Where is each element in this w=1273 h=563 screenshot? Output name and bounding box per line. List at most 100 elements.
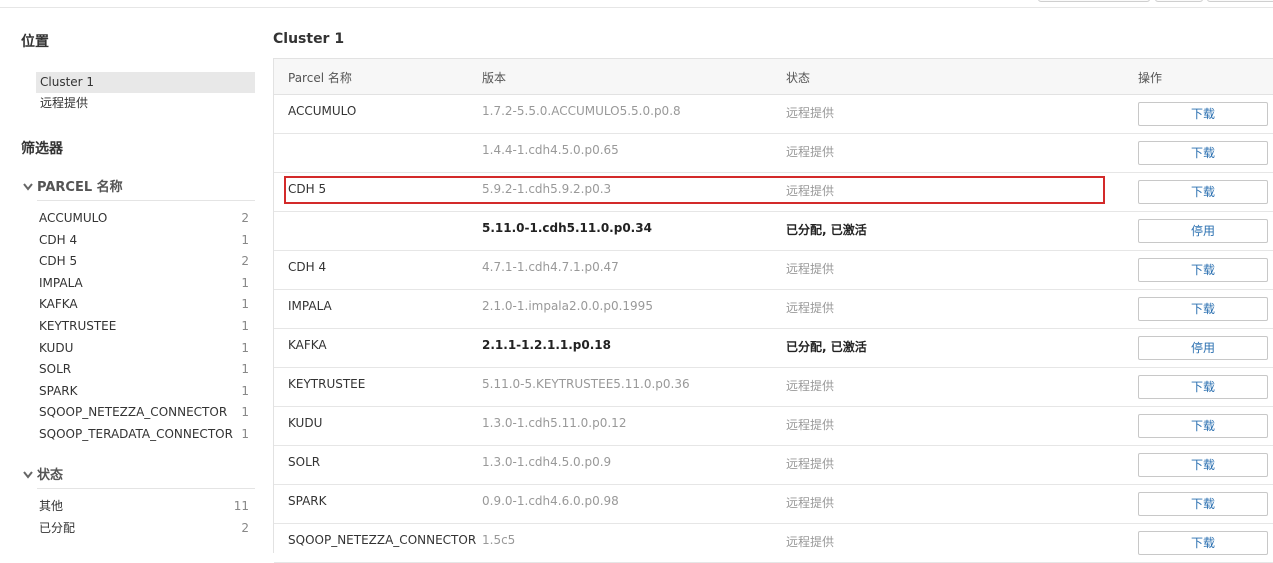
cell-version: 4.7.1-1.cdh4.7.1.p0.47 [482,260,619,274]
download-button[interactable]: 下载 [1138,414,1268,438]
col-header-name[interactable]: Parcel 名称 [288,69,352,86]
cell-version: 1.7.2-5.5.0.ACCUMULO5.5.0.p0.8 [482,104,681,118]
filter-item-label: KUDU [39,340,74,355]
cell-name: KAFKA [288,338,327,352]
filter-item-parcel[interactable]: CDH 5 2 [39,251,249,272]
location-item-cluster-1[interactable]: Cluster 1 [36,72,255,93]
cell-name: SOLR [288,455,321,469]
parcel-name-filter-group[interactable]: PARCEL 名称 [23,177,255,199]
filter-item-count: 1 [241,405,249,420]
filter-item-parcel[interactable]: SPARK 1 [39,381,249,402]
filter-item-label: SOLR [39,362,72,377]
table-header: Parcel 名称 版本 状态 操作 [274,59,1273,95]
filter-item-parcel[interactable]: SQOOP_TERADATA_CONNECTOR 1 [39,424,249,445]
table-row: 5.11.0-1.cdh5.11.0.p0.34 已分配, 已激活 停用 [274,212,1273,251]
cell-status: 远程提供 [786,418,835,432]
filter-item-count: 1 [241,232,249,247]
download-button[interactable]: 下载 [1138,453,1268,477]
filter-item-label: SPARK [39,383,78,398]
table-row: CDH 4 4.7.1-1.cdh4.7.1.p0.47 远程提供 下载 [274,251,1273,290]
cell-name: SQOOP_NETEZZA_CONNECTOR [288,533,477,547]
filter-item-count: 2 [241,211,249,225]
filter-item-count: 2 [241,254,249,269]
download-button[interactable]: 下载 [1138,141,1268,165]
chevron-down-icon [23,177,37,199]
table-row: SQOOP_NETEZZA_CONNECTOR 1.5c5 远程提供 下载 [274,524,1273,563]
filter-item-count: 1 [241,383,249,398]
deactivate-button[interactable]: 停用 [1138,336,1268,360]
filter-item-label: 其他 [39,499,64,513]
download-button[interactable]: 下载 [1138,531,1268,555]
table-row: SOLR 1.3.0-1.cdh4.5.0.p0.9 远程提供 下载 [274,446,1273,485]
table-row: ACCUMULO 1.7.2-5.5.0.ACCUMULO5.5.0.p0.8 远程… [274,95,1273,134]
filter-item-parcel[interactable]: IMPALA 1 [39,273,249,294]
toolbar-button-partial[interactable] [1038,0,1150,2]
filter-item-parcel[interactable]: SOLR 1 [39,359,249,380]
filter-item-count: 1 [241,340,249,355]
filter-item-label: KAFKA [39,297,78,312]
table-row: CDH 5 5.9.2-1.cdh5.9.2.p0.3 远程提供 下载 [274,173,1273,212]
cell-status: 远程提供 [786,106,835,120]
cell-version: 5.11.0-5.KEYTRUSTEE5.11.0.p0.36 [482,377,690,391]
table-row: KAFKA 2.1.1-1.2.1.1.p0.18 已分配, 已激活 停用 [274,329,1273,368]
cell-status: 远程提供 [786,496,835,510]
filter-item-status[interactable]: 已分配 2 [39,518,249,539]
download-button[interactable]: 下载 [1138,297,1268,321]
filter-item-status[interactable]: 其他 11 [39,496,249,517]
cell-name: SPARK [288,494,327,508]
cell-version: 1.4.4-1.cdh4.5.0.p0.65 [482,143,619,157]
status-group-label: 状态 [37,468,64,483]
table-row: IMPALA 2.1.0-1.impala2.0.0.p0.1995 远程提供 下载 [274,290,1273,329]
cell-version: 1.3.0-1.cdh5.11.0.p0.12 [482,416,627,430]
filter-item-label: SQOOP_TERADATA_CONNECTOR [39,427,233,441]
cell-version: 2.1.0-1.impala2.0.0.p0.1995 [482,299,653,313]
filter-item-parcel[interactable]: KAFKA 1 [39,294,249,315]
location-item-remote[interactable]: 远程提供 [36,93,255,114]
parcel-table: Parcel 名称 版本 状态 操作 ACCUMULO 1.7.2-5.5.0.A… [273,58,1273,563]
filter-item-label: IMPALA [39,275,83,290]
cell-status: 已分配, 已激活 [786,340,867,354]
table-row: 1.4.4-1.cdh4.5.0.p0.65 远程提供 下载 [274,134,1273,173]
status-filter-group[interactable]: 状态 [23,465,255,487]
download-button[interactable]: 下载 [1138,375,1268,399]
toolbar-button-partial[interactable] [1207,0,1273,2]
col-header-version[interactable]: 版本 [482,69,506,86]
filter-item-parcel[interactable]: ACCUMULO 2 [39,208,249,229]
cell-status: 已分配, 已激活 [786,223,867,237]
cell-name: IMPALA [288,299,332,313]
filter-item-count: 1 [241,297,249,312]
filter-item-parcel[interactable]: CDH 4 1 [39,230,249,251]
download-button[interactable]: 下载 [1138,180,1268,204]
divider [37,200,255,201]
cell-version: 2.1.1-1.2.1.1.p0.18 [482,338,611,352]
filter-item-count: 11 [233,499,249,513]
location-title: 位置 [21,34,49,50]
top-toolbar-strip [0,0,1273,8]
filter-item-label: ACCUMULO [39,211,108,225]
parcel-group-label: PARCEL 名称 [37,180,123,195]
filter-item-count: 1 [241,362,249,377]
filter-item-label: SQOOP_NETEZZA_CONNECTOR [39,405,228,420]
cell-status: 远程提供 [786,301,835,315]
cell-status: 远程提供 [786,379,835,393]
cell-status: 远程提供 [786,262,835,276]
filter-item-count: 1 [241,427,249,441]
filter-item-label: KEYTRUSTEE [39,319,117,333]
col-header-action: 操作 [1138,71,1163,85]
filter-item-parcel[interactable]: SQOOP_NETEZZA_CONNECTOR 1 [39,402,249,423]
cell-name: ACCUMULO [288,104,357,118]
cell-name: CDH 4 [288,260,327,274]
col-header-status[interactable]: 状态 [786,69,810,86]
download-button[interactable]: 下载 [1138,102,1268,126]
filter-item-parcel[interactable]: KUDU 1 [39,338,249,359]
divider [37,488,255,489]
deactivate-button[interactable]: 停用 [1138,219,1268,243]
download-button[interactable]: 下载 [1138,258,1268,282]
filter-item-parcel[interactable]: KEYTRUSTEE 1 [39,316,249,337]
download-button[interactable]: 下载 [1138,492,1268,516]
filter-item-label: 已分配 [39,521,76,535]
toolbar-button-partial[interactable] [1155,0,1203,2]
filter-item-label: CDH 5 [39,254,78,269]
table-row: KEYTRUSTEE 5.11.0-5.KEYTRUSTEE5.11.0.p0.3… [274,368,1273,407]
cell-version: 1.5c5 [482,533,516,547]
